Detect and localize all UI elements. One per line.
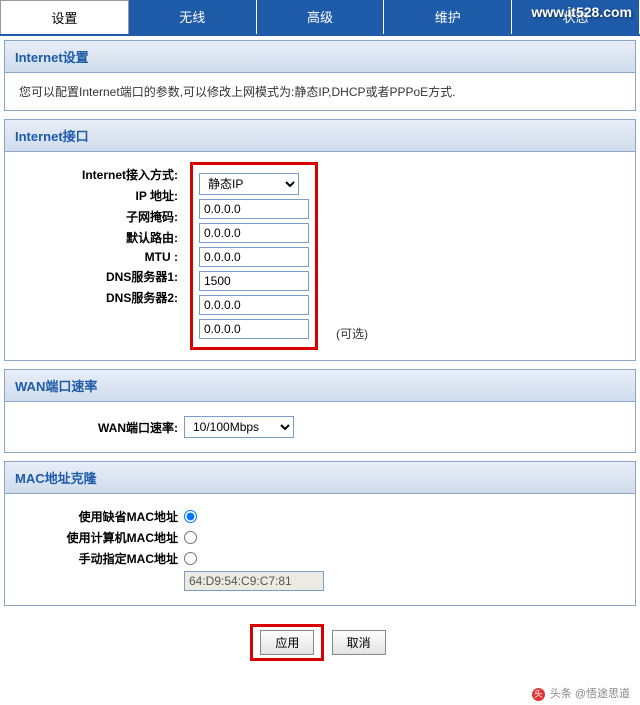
label-mac-default: 使用缺省MAC地址 xyxy=(19,508,184,525)
tab-wireless[interactable]: 无线 xyxy=(129,0,257,34)
section-internet-settings: Internet设置 您可以配置Internet端口的参数,可以修改上网模式为:… xyxy=(4,40,636,111)
footer-name: 悟途思道 xyxy=(586,688,630,700)
label-gateway: 默认路由: xyxy=(19,229,184,246)
dns1-input[interactable] xyxy=(199,295,309,315)
cancel-button[interactable]: 取消 xyxy=(332,630,386,655)
label-wan-speed: WAN端口速率: xyxy=(19,419,184,436)
label-mac-manual: 手动指定MAC地址 xyxy=(19,550,184,567)
button-bar: 应用 取消 xyxy=(4,614,636,677)
tab-advanced[interactable]: 高级 xyxy=(257,0,385,34)
mtu-input[interactable] xyxy=(199,271,309,291)
footer-attribution: 头 头条 @悟途思道 xyxy=(0,681,640,705)
label-mode: Internet接入方式: xyxy=(19,166,184,183)
section-title-mac-clone: MAC地址克隆 xyxy=(5,462,635,494)
section-internet-interface: Internet接口 Internet接入方式: IP 地址: 子网掩码: 默认… xyxy=(4,119,636,361)
section-wan-speed: WAN端口速率 WAN端口速率: 10/100Mbps xyxy=(4,369,636,453)
tab-settings[interactable]: 设置 xyxy=(0,0,129,34)
apply-button[interactable]: 应用 xyxy=(260,630,314,655)
mac-address-input xyxy=(184,571,324,591)
dns2-optional-hint: (可选) xyxy=(336,327,368,341)
section-title-internet-interface: Internet接口 xyxy=(5,120,635,152)
highlighted-fields-box: 静态IP xyxy=(190,162,318,350)
footer-prefix: 头条 @ xyxy=(550,688,586,700)
toutiao-icon: 头 xyxy=(532,688,545,701)
wan-speed-select[interactable]: 10/100Mbps xyxy=(184,416,294,438)
help-text: 您可以配置Internet端口的参数,可以修改上网模式为:静态IP,DHCP或者… xyxy=(19,83,621,100)
label-ip: IP 地址: xyxy=(19,187,184,204)
gateway-input[interactable] xyxy=(199,247,309,267)
section-mac-clone: MAC地址克隆 使用缺省MAC地址 使用计算机MAC地址 手动指定MAC地址 xyxy=(4,461,636,606)
section-title-wan-speed: WAN端口速率 xyxy=(5,370,635,402)
tab-maintenance[interactable]: 维护 xyxy=(384,0,512,34)
label-mac-pc: 使用计算机MAC地址 xyxy=(19,529,184,546)
radio-mac-manual[interactable] xyxy=(184,552,197,565)
section-title-internet-settings: Internet设置 xyxy=(5,41,635,73)
watermark-text: www.it528.com xyxy=(531,4,632,20)
ip-input[interactable] xyxy=(199,199,309,219)
label-dns2: DNS服务器2: xyxy=(19,289,184,306)
label-mask: 子网掩码: xyxy=(19,208,184,225)
radio-mac-pc[interactable] xyxy=(184,531,197,544)
radio-mac-default[interactable] xyxy=(184,510,197,523)
dns2-input[interactable] xyxy=(199,319,309,339)
label-mtu: MTU : xyxy=(19,250,184,264)
mode-select[interactable]: 静态IP xyxy=(199,173,299,195)
mask-input[interactable] xyxy=(199,223,309,243)
apply-highlight-box: 应用 xyxy=(250,624,324,661)
label-dns1: DNS服务器1: xyxy=(19,268,184,285)
